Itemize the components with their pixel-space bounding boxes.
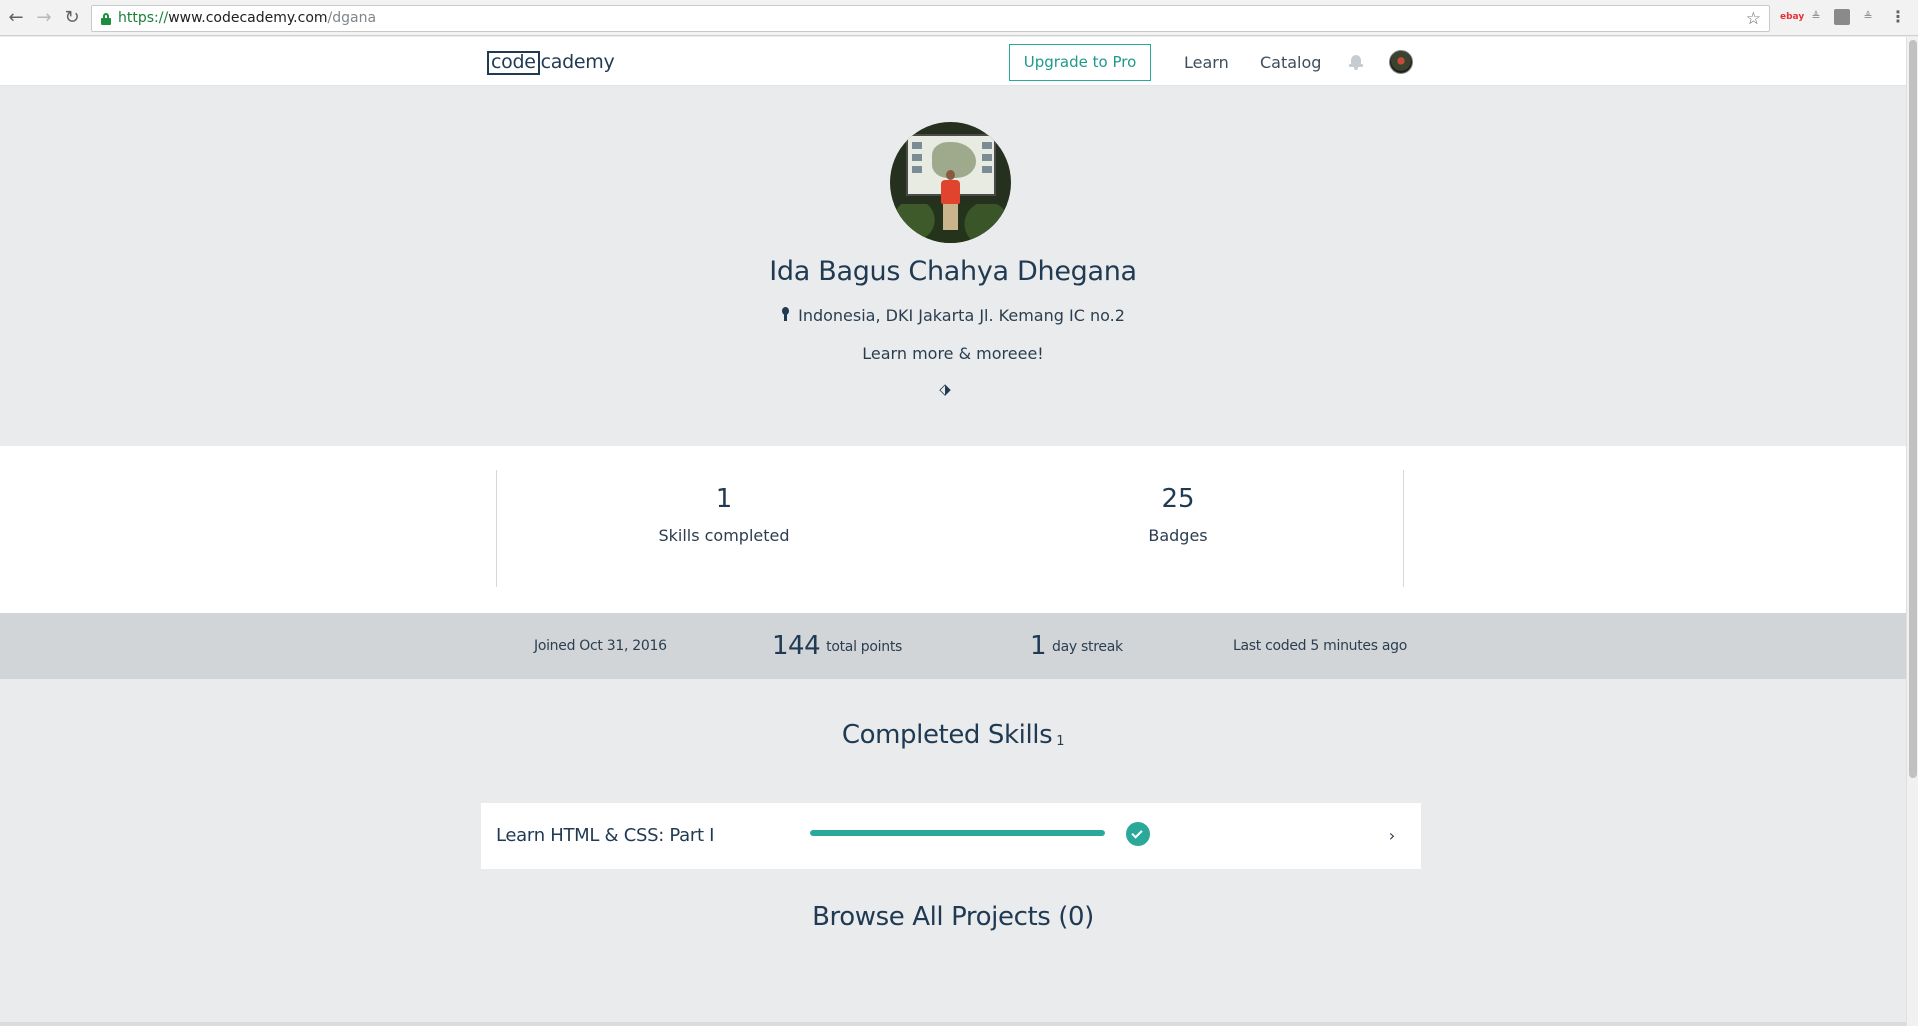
url-path: /dgana	[327, 10, 377, 26]
site-header: code cademy Upgrade to Pro Learn Catalog	[0, 37, 1906, 86]
page-scrollbar[interactable]	[1906, 37, 1918, 1026]
check-icon	[1126, 822, 1150, 846]
profile-stats: 1 Skills completed 25 Badges	[0, 446, 1906, 613]
activity-strip: Joined Oct 31, 2016 144 total points 1 day…	[0, 613, 1906, 679]
badges-label: Badges	[1148, 526, 1208, 545]
skills-completed-label: Skills completed	[658, 526, 790, 545]
logo-cademy: cademy	[540, 51, 615, 73]
skill-progress-fill	[810, 830, 1105, 836]
browse-projects-heading: Browse All Projects (0)	[812, 902, 1094, 932]
url-host: www.codecademy.com	[168, 10, 328, 26]
day-streak: 1 day streak	[1030, 613, 1123, 679]
day-streak-value: 1	[1030, 631, 1047, 661]
skill-name: Learn HTML & CSS: Part I	[496, 825, 715, 846]
divider	[496, 470, 497, 587]
location-pin-icon	[781, 307, 790, 322]
extension-icon[interactable]: ≜	[1860, 9, 1876, 25]
completed-skills-count: 1	[1056, 734, 1065, 749]
user-avatar-menu[interactable]	[1389, 50, 1413, 74]
chevron-right-icon[interactable]: ›	[1386, 824, 1398, 848]
bookmark-star-icon[interactable]: ☆	[1746, 7, 1761, 31]
profile-hero: Ida Bagus Chahya Dhegana Indonesia, DKI …	[0, 86, 1906, 446]
address-bar[interactable]: https://www.codecademy.com/dgana ☆	[91, 5, 1770, 32]
total-points-label: total points	[826, 639, 903, 655]
page-footer-edge	[0, 1022, 1906, 1026]
completed-skills-heading: Completed Skills 1	[0, 720, 1906, 750]
skills-completed-stat: 1 Skills completed	[604, 484, 844, 545]
nav-catalog-link[interactable]: Catalog	[1260, 44, 1321, 81]
skills-completed-value: 1	[715, 484, 733, 514]
website-link-icon[interactable]: ⬗	[937, 381, 953, 397]
badges-stat[interactable]: 25 Badges	[1058, 484, 1298, 545]
total-points-value: 144	[772, 631, 821, 661]
profile-name: Ida Bagus Chahya Dhegana	[769, 256, 1137, 287]
skill-progress-bar	[810, 830, 1105, 836]
day-streak-label: day streak	[1052, 639, 1123, 655]
completed-skills-title: Completed Skills	[841, 720, 1053, 750]
profile-bio: Learn more & moreee!	[862, 344, 1044, 363]
ebay-extension-icon[interactable]: ebay	[1780, 9, 1804, 25]
joined-date: Joined Oct 31, 2016	[534, 638, 667, 654]
location-text: Indonesia, DKI Jakarta Jl. Kemang IC no.…	[798, 306, 1125, 325]
reload-icon[interactable]: ↻	[60, 6, 84, 30]
badges-value: 25	[1161, 484, 1195, 514]
last-coded: Last coded 5 minutes ago	[1233, 638, 1408, 654]
skill-card[interactable]: Learn HTML & CSS: Part I ›	[481, 803, 1421, 869]
codecademy-logo[interactable]: code cademy	[487, 50, 615, 75]
profile-location: Indonesia, DKI Jakarta Jl. Kemang IC no.…	[0, 306, 1906, 325]
browser-toolbar: ← → ↻ https://www.codecademy.com/dgana ☆…	[0, 0, 1918, 36]
divider	[1403, 470, 1404, 587]
back-icon[interactable]: ←	[4, 6, 28, 30]
logo-code: code	[487, 51, 540, 75]
url-text[interactable]: https://www.codecademy.com/dgana	[118, 6, 376, 31]
profile-avatar	[890, 122, 1011, 243]
extension-icon[interactable]: ≜	[1808, 9, 1824, 25]
url-scheme: https://	[118, 10, 169, 26]
total-points: 144 total points	[772, 613, 902, 679]
nav-learn-link[interactable]: Learn	[1184, 44, 1229, 81]
upgrade-to-pro-button[interactable]: Upgrade to Pro	[1009, 44, 1151, 81]
scrollbar-thumb[interactable]	[1909, 40, 1917, 778]
bell-icon[interactable]	[1349, 54, 1363, 70]
browser-menu-icon[interactable]: ⋮	[1890, 9, 1906, 25]
extension-icon[interactable]	[1834, 9, 1850, 25]
forward-icon[interactable]: →	[32, 6, 56, 30]
lock-icon	[101, 13, 111, 25]
